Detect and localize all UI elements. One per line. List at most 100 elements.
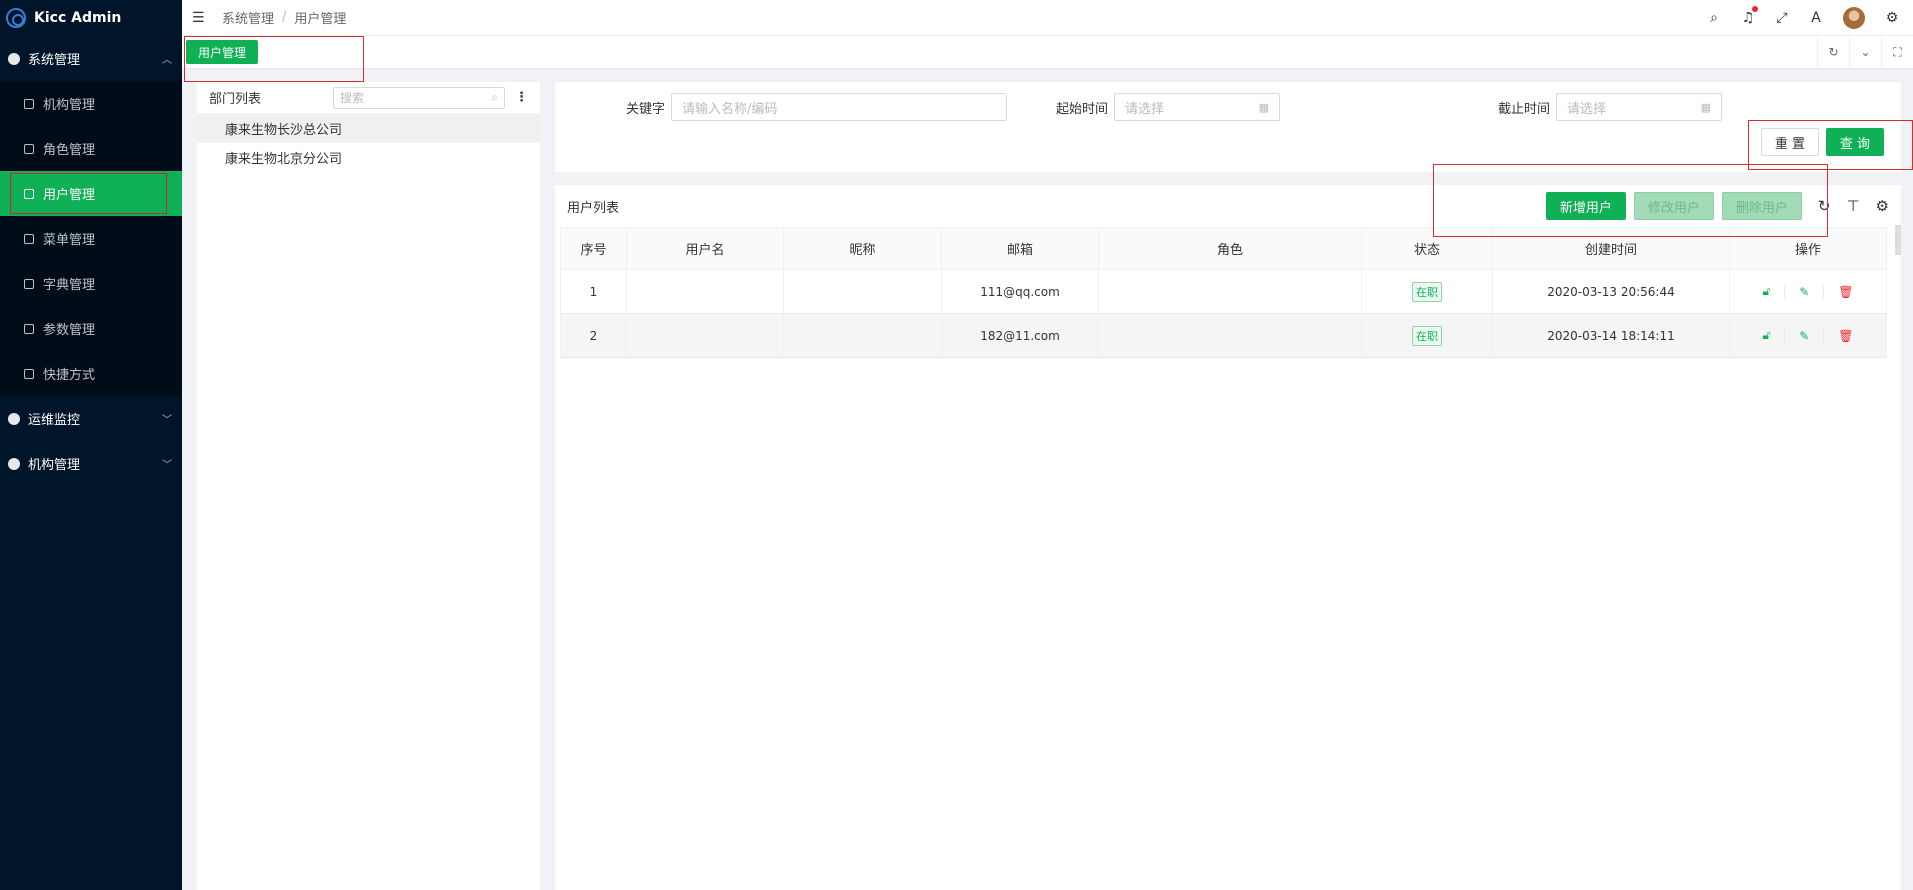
menu-group-label: 系统管理	[28, 53, 81, 68]
menu-group-system[interactable]: 系统管理 ︿	[0, 36, 182, 81]
column-header: 序号	[560, 227, 627, 270]
sidebar-item-role[interactable]: 角色管理	[0, 126, 182, 171]
table-row[interactable]: 2 182@11.com 在职 2020-03-14 18:14:11 🔓︎ ✎…	[560, 313, 1887, 358]
sidebar-item-param[interactable]: 参数管理	[0, 306, 182, 351]
start-time-picker[interactable]: 请选择 ▦	[1114, 93, 1281, 121]
tab-user-management[interactable]: 用户管理	[186, 40, 259, 64]
tree-node[interactable]: 康来生物长沙总公司	[197, 114, 540, 143]
column-header: 角色	[1098, 227, 1362, 270]
delete-icon[interactable]: 🗑︎	[1838, 329, 1853, 343]
org-icon	[24, 98, 34, 109]
query-button[interactable]: 查 询	[1826, 128, 1884, 156]
cell-nickname	[783, 269, 942, 314]
column-header: 状态	[1361, 227, 1493, 270]
delete-user-button[interactable]: 删除用户	[1721, 192, 1802, 220]
dept-search-input[interactable]: 搜索 ⌕	[333, 86, 505, 109]
user-table-panel: 用户列表 新增用户 修改用户 删除用户 ↻ ⊤ ⚙ 序号 用户名 昵称 邮箱 角…	[555, 185, 1901, 890]
lock-icon[interactable]: 🔓︎	[1762, 284, 1770, 299]
shortcut-icon	[24, 368, 34, 379]
avatar[interactable]	[1843, 6, 1865, 29]
scrollbar[interactable]	[1895, 225, 1901, 255]
table-title: 用户列表	[567, 200, 620, 216]
table-toolbar: 用户列表 新增用户 修改用户 删除用户 ↻ ⊤ ⚙	[555, 185, 1901, 227]
keyword-input[interactable]: 请输入名称/编码	[671, 93, 1008, 121]
column-header: 邮箱	[941, 227, 1099, 270]
keyword-placeholder: 请输入名称/编码	[682, 101, 778, 117]
cell-role	[1098, 269, 1362, 314]
start-time-placeholder: 请选择	[1125, 101, 1165, 117]
density-icon[interactable]: ⊤	[1846, 197, 1859, 215]
column-header: 用户名	[626, 227, 784, 270]
table-header-row: 序号 用户名 昵称 邮箱 角色 状态 创建时间 操作	[560, 227, 1887, 270]
edit-icon[interactable]: ✎	[1799, 285, 1809, 299]
monitor-icon	[8, 412, 20, 425]
status-badge: 在职	[1412, 325, 1442, 346]
tree-node[interactable]: 康来生物北京分公司	[197, 143, 540, 172]
sidebar-item-label: 参数管理	[43, 323, 96, 338]
settings-icon[interactable]: ⚙	[1876, 197, 1889, 215]
expand-icon[interactable]: ⛶	[1881, 36, 1913, 68]
cell-status: 在职	[1361, 313, 1493, 358]
breadcrumb: 系统管理 / 用户管理	[222, 8, 346, 27]
cell-created: 2020-03-13 20:56:44	[1492, 269, 1730, 314]
user-table: 序号 用户名 昵称 邮箱 角色 状态 创建时间 操作 1 111@qq.com …	[560, 227, 1887, 358]
header-tools: ⌕ ♫ ⤢ A ⚙	[1707, 5, 1913, 29]
start-time-row: 起始时间 请选择 ▦	[1056, 93, 1281, 121]
column-header: 昵称	[783, 227, 942, 270]
bell-icon[interactable]: ♫	[1741, 5, 1758, 26]
end-time-label: 截止时间	[1498, 101, 1551, 117]
cell-nickname	[783, 313, 942, 358]
sidebar-item-dict[interactable]: 字典管理	[0, 261, 182, 306]
cell-role	[1098, 313, 1362, 358]
add-user-button[interactable]: 新增用户	[1545, 192, 1626, 220]
calendar-icon: ▦	[1700, 100, 1712, 114]
sidebar-item-user[interactable]: 用户管理	[0, 171, 182, 216]
chevron-down-icon: ﹀	[162, 415, 172, 426]
reset-button[interactable]: 重 置	[1761, 128, 1819, 156]
end-time-placeholder: 请选择	[1567, 101, 1607, 117]
menu-icon	[24, 233, 34, 244]
sidebar-item-label: 字典管理	[43, 278, 96, 293]
edit-icon[interactable]: ✎	[1799, 329, 1809, 343]
sidebar-item-menu[interactable]: 菜单管理	[0, 216, 182, 261]
filter-panel: 关键字 请输入名称/编码 起始时间 请选择 ▦ 截止时间 请选择 ▦ 重 置 查…	[555, 82, 1901, 172]
translate-icon[interactable]: A	[1809, 10, 1823, 26]
menu-group-label: 机构管理	[28, 458, 81, 473]
breadcrumb-item[interactable]: 系统管理	[222, 8, 274, 27]
menu-fold-icon[interactable]: ☰	[192, 10, 208, 26]
menu-group-ops[interactable]: 运维监控 ﹀	[0, 396, 182, 441]
dict-icon	[24, 278, 34, 289]
reload-icon[interactable]: ↻	[1817, 36, 1849, 68]
refresh-icon[interactable]: ↻	[1818, 197, 1831, 215]
table-row[interactable]: 1 111@qq.com 在职 2020-03-13 20:56:44 🔓︎ ✎…	[560, 269, 1887, 314]
cell-actions: 🔓︎ ✎ 🗑︎	[1729, 313, 1887, 358]
delete-icon[interactable]: 🗑︎	[1838, 285, 1853, 299]
table-actions: 新增用户 修改用户 删除用户 ↻ ⊤ ⚙	[1545, 192, 1889, 220]
sidebar-item-label: 菜单管理	[43, 233, 96, 248]
chevron-down-icon: ﹀	[162, 460, 172, 471]
sidebar-item-org[interactable]: 机构管理	[0, 81, 182, 126]
sidebar-item-shortcut[interactable]: 快捷方式	[0, 351, 182, 396]
lock-icon[interactable]: 🔓︎	[1762, 328, 1770, 343]
fullscreen-icon[interactable]: ⤢	[1775, 10, 1789, 26]
edit-user-button[interactable]: 修改用户	[1633, 192, 1714, 220]
cell-index: 2	[560, 313, 627, 358]
sidebar-item-label: 用户管理	[43, 188, 96, 203]
keyword-row: 关键字 请输入名称/编码	[626, 93, 1008, 121]
settings-icon[interactable]: ⚙	[1885, 10, 1899, 26]
menu-group-org[interactable]: 机构管理 ﹀	[0, 441, 182, 486]
logo-icon	[6, 8, 26, 28]
breadcrumb-item: 用户管理	[294, 12, 347, 27]
search-icon[interactable]: ⌕	[1707, 10, 1721, 26]
chevron-down-icon[interactable]: ⌄	[1849, 36, 1881, 68]
tab-bar: 用户管理 ↻ ⌄ ⛶	[182, 36, 1913, 82]
cell-index: 1	[560, 269, 627, 314]
more-icon[interactable]: ⋮	[515, 90, 528, 105]
end-time-picker[interactable]: 请选择 ▦	[1556, 93, 1723, 121]
search-icon[interactable]: ⌕	[491, 90, 498, 105]
cell-email: 111@qq.com	[941, 269, 1099, 314]
cell-actions: 🔓︎ ✎ 🗑︎	[1729, 269, 1887, 314]
cell-status: 在职	[1361, 269, 1493, 314]
system-icon	[8, 52, 20, 65]
search-placeholder: 搜索	[340, 91, 365, 105]
